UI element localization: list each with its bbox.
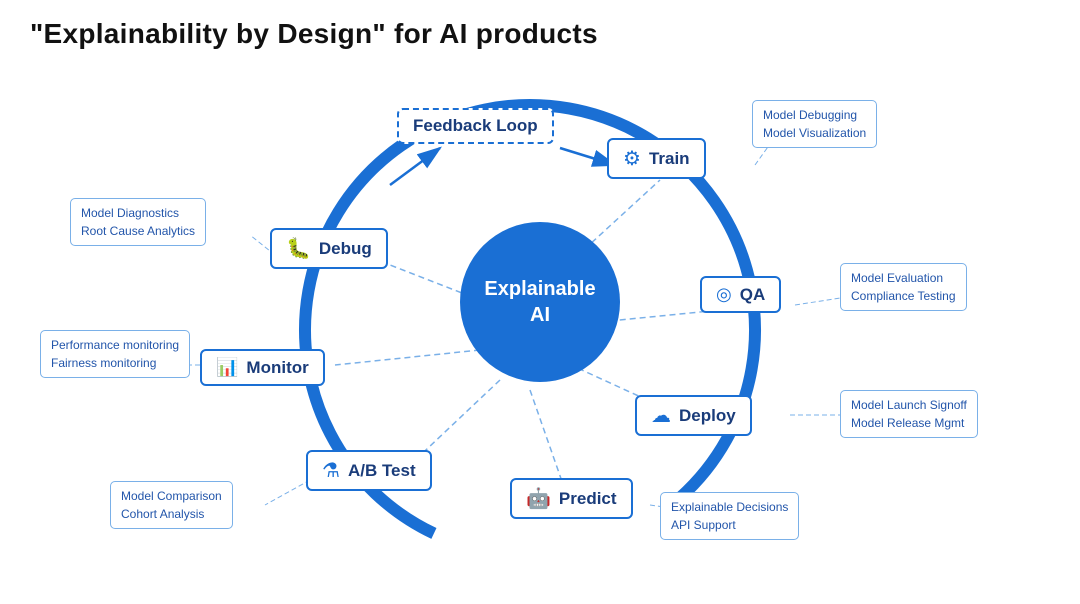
annotation-abtest: Model ComparisonCohort Analysis [110, 481, 233, 529]
node-deploy: ☁ Deploy [635, 395, 752, 436]
deploy-label: Deploy [679, 406, 736, 426]
annotation-monitor: Performance monitoringFairness monitorin… [40, 330, 190, 378]
annotation-predict-text: Explainable DecisionsAPI Support [671, 498, 788, 534]
center-circle: ExplainableAI [460, 222, 620, 382]
annotation-train: Model DebuggingModel Visualization [752, 100, 877, 148]
annotation-deploy-text: Model Launch SignoffModel Release Mgmt [851, 396, 967, 432]
qa-icon: ◎ [716, 284, 732, 305]
debug-label: Debug [319, 239, 372, 259]
annotation-qa-text: Model EvaluationCompliance Testing [851, 269, 956, 305]
annotation-monitor-text: Performance monitoringFairness monitorin… [51, 336, 179, 372]
abtest-icon: ⚗ [322, 458, 340, 483]
center-text: ExplainableAI [484, 276, 595, 328]
qa-label: QA [740, 285, 766, 305]
annotation-debug: Model DiagnosticsRoot Cause Analytics [70, 198, 206, 246]
annotation-qa: Model EvaluationCompliance Testing [840, 263, 967, 311]
node-debug: 🐛 Debug [270, 228, 388, 269]
node-train: ⚙ Train [607, 138, 706, 179]
annotation-predict: Explainable DecisionsAPI Support [660, 492, 799, 540]
annotation-train-text: Model DebuggingModel Visualization [763, 106, 866, 142]
predict-label: Predict [559, 489, 617, 509]
node-feedback: Feedback Loop [397, 108, 554, 144]
train-label: Train [649, 149, 690, 169]
annotation-abtest-text: Model ComparisonCohort Analysis [121, 487, 222, 523]
monitor-icon: 📊 [216, 357, 238, 378]
node-predict: 🤖 Predict [510, 478, 633, 519]
deploy-icon: ☁ [651, 403, 671, 428]
node-abtest: ⚗ A/B Test [306, 450, 432, 491]
debug-icon: 🐛 [286, 236, 311, 261]
node-qa: ◎ QA [700, 276, 781, 313]
page-container: "Explainability by Design" for AI produc… [0, 0, 1080, 604]
annotation-deploy: Model Launch SignoffModel Release Mgmt [840, 390, 978, 438]
annotation-debug-text: Model DiagnosticsRoot Cause Analytics [81, 204, 195, 240]
node-monitor: 📊 Monitor [200, 349, 325, 386]
train-icon: ⚙ [623, 146, 641, 171]
monitor-label: Monitor [246, 358, 308, 378]
predict-icon: 🤖 [526, 486, 551, 511]
feedback-label: Feedback Loop [413, 116, 538, 136]
abtest-label: A/B Test [348, 461, 416, 481]
